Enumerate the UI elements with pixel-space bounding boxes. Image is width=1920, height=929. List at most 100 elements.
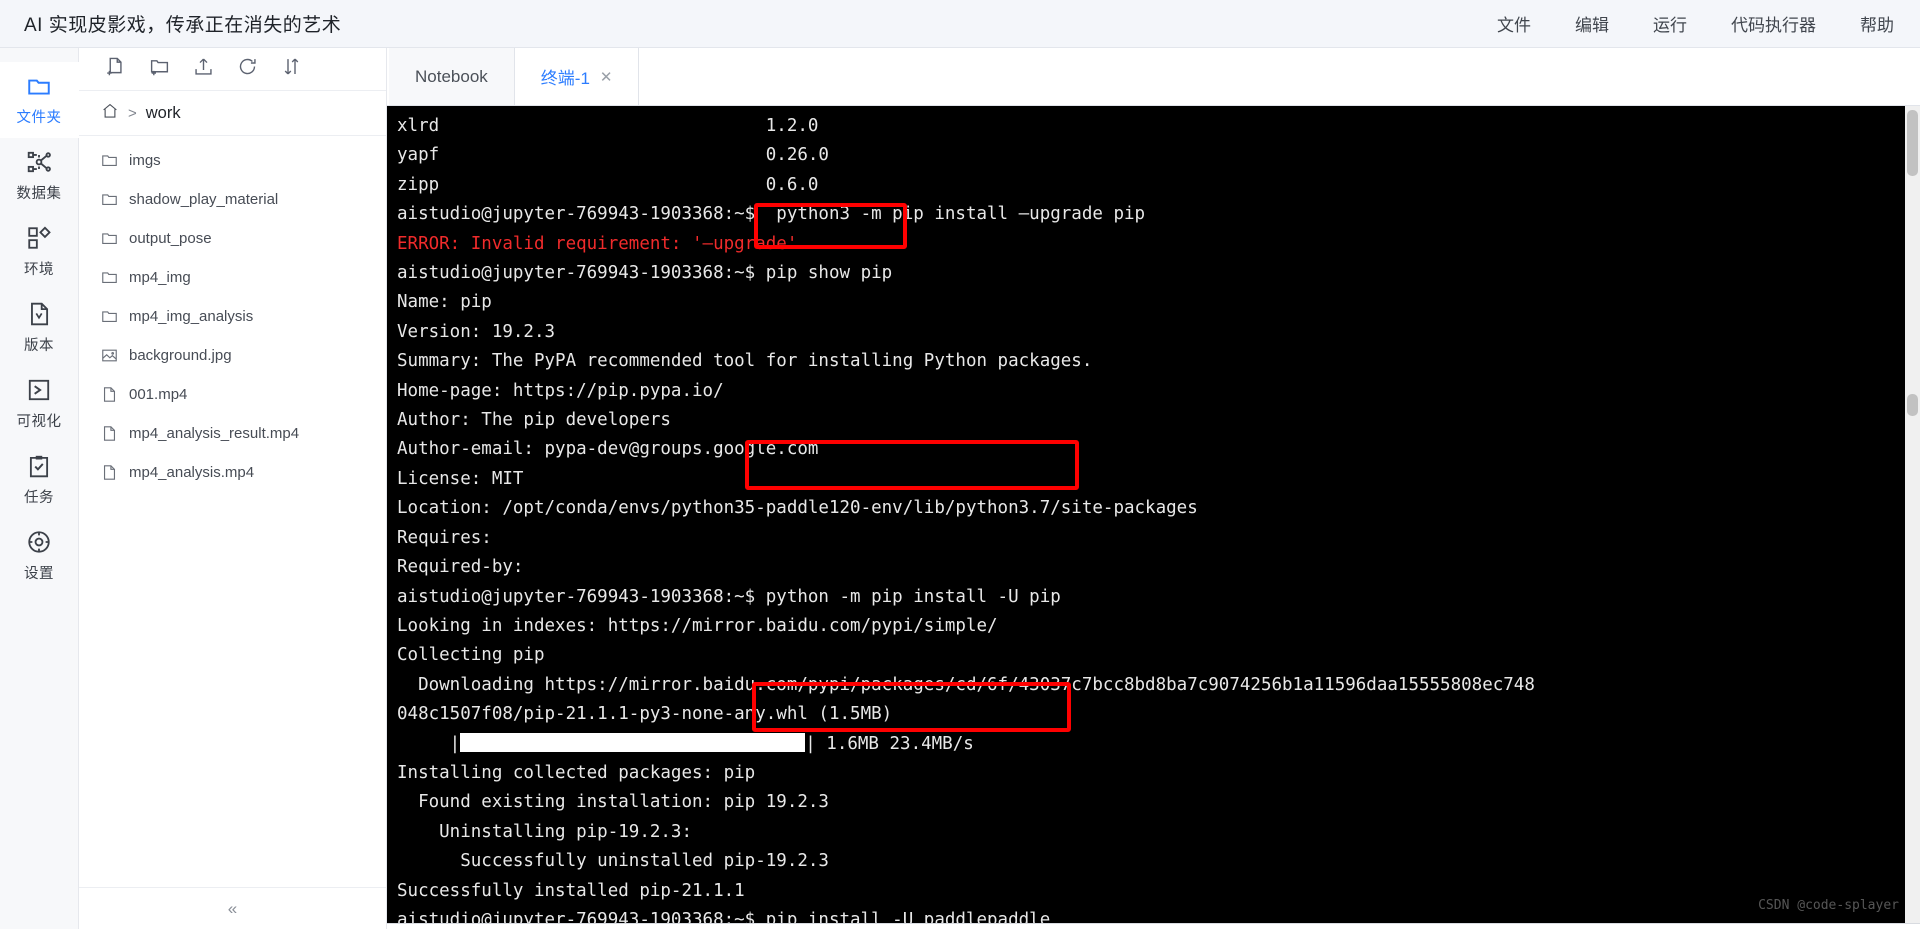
list-item[interactable]: mp4_img — [79, 258, 386, 297]
main-area: Notebook 终端-1 ✕ xlrd 1.2.0 yapf 0.26.0 zip… — [387, 48, 1920, 929]
terminal-line: ERROR: Invalid requirement: '–upgrade' — [397, 233, 798, 254]
terminal-line: License: MIT — [397, 468, 524, 489]
terminal-line: 048c1507f08/pip-21.1.1-py3-none-any.whl … — [397, 704, 893, 725]
new-file-button[interactable] — [93, 52, 137, 86]
visualization-icon — [26, 377, 52, 403]
home-icon[interactable] — [101, 102, 119, 125]
aistudio-notebook-window: AI 实现皮影戏，传承正在消失的艺术 文件 编辑 运行 代码执行器 帮助 文件夹 — [0, 0, 1920, 929]
sort-icon — [281, 56, 302, 82]
terminal-line: aistudio@jupyter-769943-1903368:~$ pip s… — [397, 263, 893, 284]
terminal-line: Successfully installed pip-21.1.1 — [397, 880, 745, 901]
folder-icon — [101, 152, 118, 169]
terminal-line: Version: 19.2.3 — [397, 321, 556, 342]
list-item-label: mp4_img_analysis — [129, 308, 254, 325]
terminal-line: Home-page: https://pip.pypa.io/ — [397, 380, 724, 401]
list-item-label: mp4_img — [129, 269, 191, 286]
tab-notebook-label: Notebook — [415, 66, 488, 86]
file-icon — [101, 425, 118, 442]
dataset-icon — [26, 149, 52, 175]
sidebar-item-environment-label: 环境 — [24, 262, 54, 278]
download-progress-bar — [460, 732, 806, 752]
terminal-line: | | 1.6MB 23.4MB/s — [397, 730, 1905, 759]
terminal-line: Uninstalling pip-19.2.3: — [397, 821, 693, 842]
scrollbar-thumb-top[interactable] — [1907, 110, 1918, 176]
close-icon[interactable]: ✕ — [600, 68, 613, 86]
terminal-line: Location: /opt/conda/envs/python35-paddl… — [397, 498, 1198, 519]
list-item-label: shadow_play_material — [129, 191, 279, 208]
sidebar-item-version[interactable]: 版本 — [0, 290, 79, 366]
menu-help[interactable]: 帮助 — [1860, 11, 1894, 36]
progress-suffix: | 1.6MB 23.4MB/s — [805, 733, 974, 754]
sidebar-item-folder[interactable]: 文件夹 — [0, 62, 79, 138]
file-icon — [101, 386, 118, 403]
terminal-line: Looking in indexes: https://mirror.baidu… — [397, 615, 998, 636]
terminal-line: Author: The pip developers — [397, 410, 671, 431]
terminal-line: Name: pip — [397, 292, 492, 313]
body-row: 文件夹 数据集 环境 版本 可视化 任务 设置 > work imgs shad… — [0, 48, 1920, 929]
list-item[interactable]: mp4_img_analysis — [79, 297, 386, 336]
list-item-label: output_pose — [129, 230, 212, 247]
top-bar: AI 实现皮影戏，传承正在消失的艺术 文件 编辑 运行 代码执行器 帮助 — [0, 0, 1920, 48]
scrollbar-thumb-bottom[interactable] — [1907, 394, 1918, 416]
terminal-line: Found existing installation: pip 19.2.3 — [397, 792, 829, 813]
sidebar-item-task[interactable]: 任务 — [0, 442, 79, 518]
refresh-button[interactable] — [225, 52, 269, 86]
breadcrumb: > work — [79, 91, 386, 136]
sidebar-item-dataset-label: 数据集 — [16, 186, 62, 202]
list-item[interactable]: mp4_analysis.mp4 — [79, 453, 386, 492]
list-item[interactable]: 001.mp4 — [79, 375, 386, 414]
sidebar-item-environment[interactable]: 环境 — [0, 214, 79, 290]
terminal-line: aistudio@jupyter-769943-1903368:~$ pip i… — [397, 909, 1051, 923]
terminal-line: Author-email: pypa-dev@groups.google.com — [397, 439, 819, 460]
sidebar-item-folder-label: 文件夹 — [16, 110, 62, 126]
terminal-line: Successfully uninstalled pip-19.2.3 — [397, 851, 829, 872]
top-menu: 文件 编辑 运行 代码执行器 帮助 — [1497, 11, 1894, 36]
terminal-line: Installing collected packages: pip — [397, 762, 756, 783]
tab-notebook[interactable]: Notebook — [389, 48, 515, 105]
list-item-label: mp4_analysis.mp4 — [129, 464, 255, 481]
sidebar-item-visualization[interactable]: 可视化 — [0, 366, 79, 442]
list-item-label: imgs — [129, 152, 161, 169]
sidebar-item-visualization-label: 可视化 — [16, 414, 62, 430]
left-rail: 文件夹 数据集 环境 版本 可视化 任务 设置 — [0, 48, 79, 929]
breadcrumb-current[interactable]: work — [146, 104, 181, 123]
menu-file[interactable]: 文件 — [1497, 11, 1531, 36]
list-item[interactable]: mp4_analysis_result.mp4 — [79, 414, 386, 453]
file-icon — [101, 464, 118, 481]
list-item[interactable]: output_pose — [79, 219, 386, 258]
terminal-output[interactable]: xlrd 1.2.0 yapf 0.26.0 zipp 0.6.0 aistudio@… — [387, 106, 1905, 923]
list-item[interactable]: imgs — [79, 141, 386, 180]
folder-icon — [101, 191, 118, 208]
list-item-label: background.jpg — [129, 347, 232, 364]
new-folder-button[interactable] — [137, 52, 181, 86]
folder-icon — [26, 73, 52, 99]
list-item[interactable]: background.jpg — [79, 336, 386, 375]
refresh-icon — [237, 56, 258, 82]
folder-icon — [101, 230, 118, 247]
list-item[interactable]: shadow_play_material — [79, 180, 386, 219]
sidebar-item-dataset[interactable]: 数据集 — [0, 138, 79, 214]
progress-prefix: | — [397, 733, 461, 754]
sort-button[interactable] — [269, 52, 313, 86]
terminal-scrollbar[interactable] — [1905, 106, 1920, 923]
terminal-line: Collecting pip — [397, 645, 545, 666]
list-item-label: mp4_analysis_result.mp4 — [129, 425, 300, 442]
page-title: AI 实现皮影戏，传承正在消失的艺术 — [24, 15, 342, 36]
menu-kernel[interactable]: 代码执行器 — [1731, 11, 1816, 36]
collapse-panel-button[interactable]: « — [79, 887, 386, 929]
upload-button[interactable] — [181, 52, 225, 86]
breadcrumb-separator: > — [128, 104, 137, 122]
menu-edit[interactable]: 编辑 — [1575, 11, 1609, 36]
terminal-line: aistudio@jupyter-769943-1903368:~$ pytho… — [397, 586, 1061, 607]
terminal-line: zipp 0.6.0 — [397, 174, 819, 195]
environment-icon — [26, 225, 52, 251]
tab-terminal-1-label: 终端-1 — [540, 69, 590, 88]
tab-terminal-1[interactable]: 终端-1 ✕ — [514, 48, 640, 105]
folder-icon — [101, 308, 118, 325]
terminal-line: Required-by: — [397, 557, 534, 578]
menu-run[interactable]: 运行 — [1653, 11, 1687, 36]
terminal-line: yapf 0.26.0 — [397, 145, 829, 166]
terminal-line: Requires: — [397, 527, 503, 548]
sidebar-item-settings[interactable]: 设置 — [0, 518, 79, 594]
terminal-line: aistudio@jupyter-769943-1903368:~$ pytho… — [397, 204, 1146, 225]
